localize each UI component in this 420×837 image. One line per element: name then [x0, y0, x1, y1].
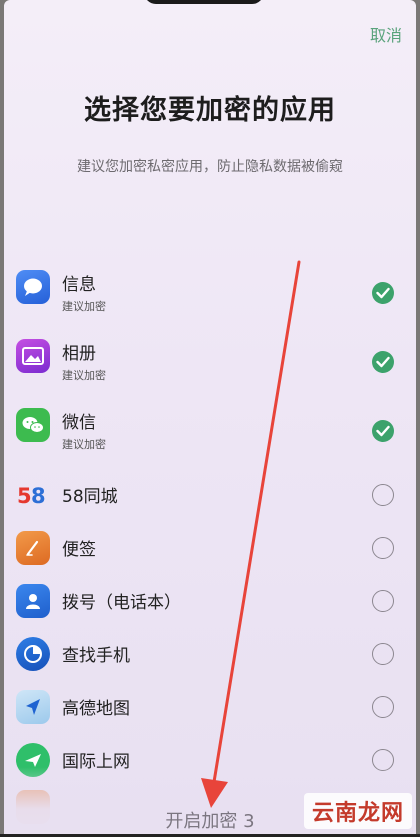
red-arrow-annotation: [201, 260, 301, 808]
watermark: 云南龙网: [303, 793, 412, 829]
